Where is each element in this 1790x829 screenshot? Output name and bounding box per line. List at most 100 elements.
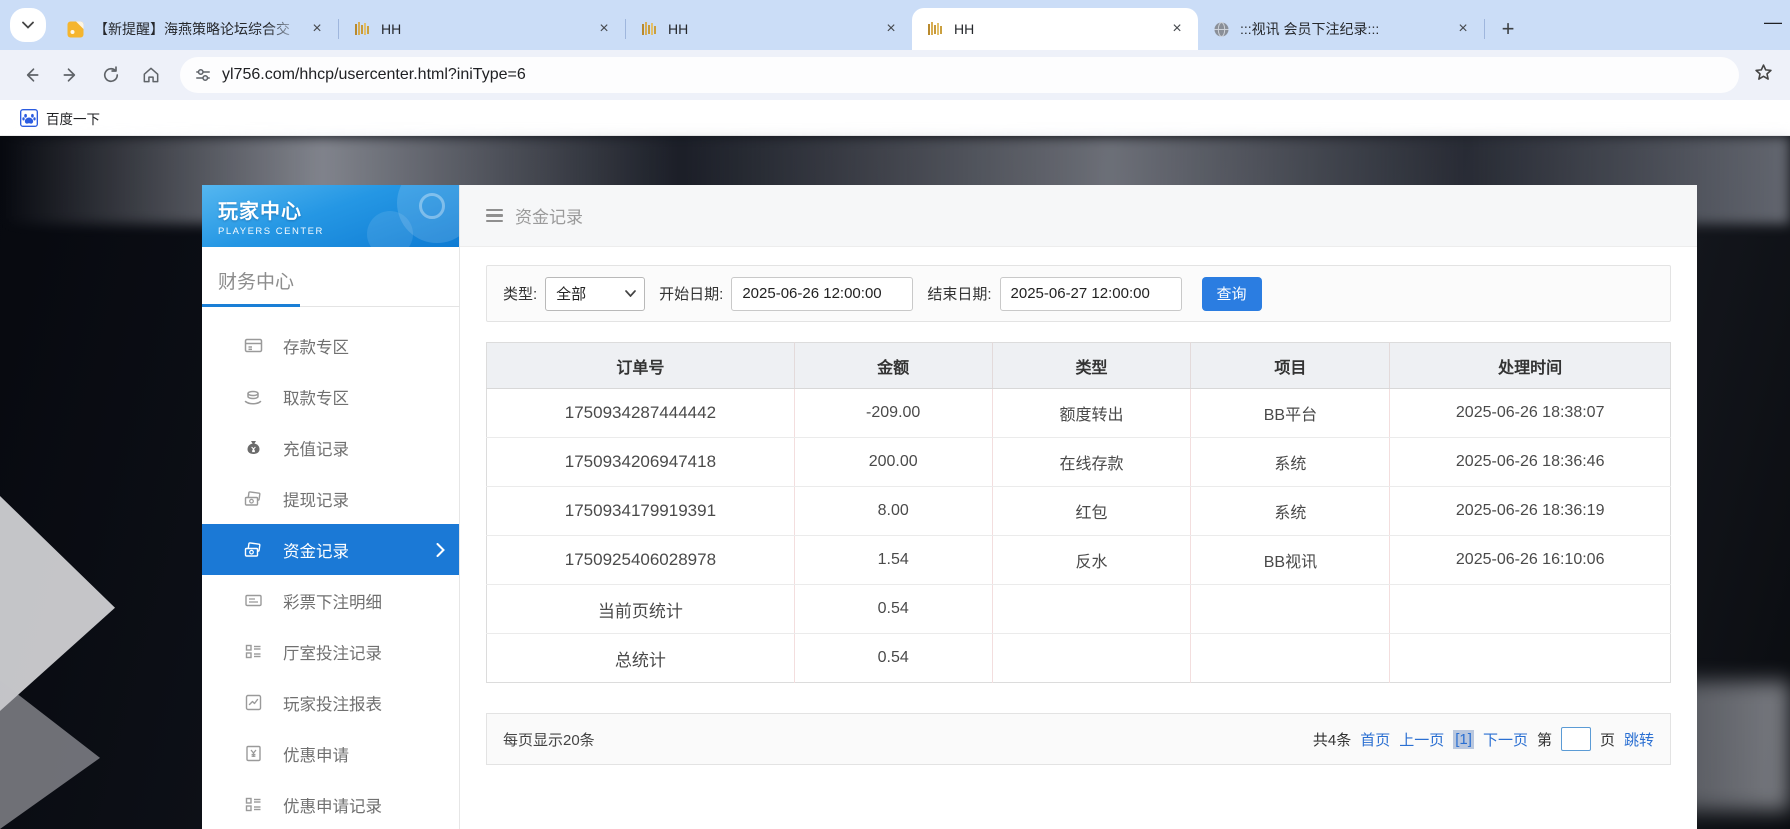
tab-close-icon[interactable]: × <box>306 18 328 40</box>
tab-hh-active[interactable]: HH × <box>912 8 1198 50</box>
table-row-total-summary: 总统计 0.54 <box>487 634 1671 683</box>
jump-page-input[interactable] <box>1561 727 1591 751</box>
back-button[interactable] <box>14 58 48 92</box>
tab-hh-2[interactable]: HH × <box>626 8 912 50</box>
column-header-type: 类型 <box>992 343 1191 389</box>
next-page-link[interactable]: 下一页 <box>1483 729 1528 750</box>
funds-record-icon <box>243 540 263 560</box>
home-button[interactable] <box>134 58 168 92</box>
tab-forum[interactable]: 【新提醒】海燕策略论坛综合交 × <box>52 8 338 50</box>
sidebar-item-label: 充值记录 <box>283 436 349 460</box>
url-field[interactable]: yl756.com/hhcp/usercenter.html?iniType=6 <box>180 57 1739 93</box>
new-tab-button[interactable]: + <box>1493 14 1523 44</box>
cell-item: BB视讯 <box>1191 536 1390 585</box>
cell-order-no: 1750934179919391 <box>487 487 795 536</box>
sidebar-item-label: 优惠申请记录 <box>283 793 382 817</box>
sidebar-item-deposit-zone[interactable]: 存款专区 <box>202 320 459 371</box>
jump-action-link[interactable]: 跳转 <box>1624 729 1654 750</box>
sidebar-section: 财务中心 <box>202 247 459 306</box>
first-page-link[interactable]: 首页 <box>1360 729 1390 750</box>
tab-hh-1[interactable]: HH × <box>339 8 625 50</box>
sidebar-subtitle: PLAYERS CENTER <box>218 226 459 237</box>
cell-type: 在线存款 <box>992 438 1191 487</box>
cell-summary-label: 总统计 <box>487 634 795 683</box>
sidebar-menu: 存款专区 取款专区 充值记录 提现记录 资金记录 <box>202 307 459 829</box>
table-row: 1750934287444442 -209.00 额度转出 BB平台 2025-… <box>487 389 1671 438</box>
cell-amount: 1.54 <box>794 536 992 585</box>
page-title: 资金记录 <box>515 203 583 228</box>
cell-type: 反水 <box>992 536 1191 585</box>
cell-order-no: 1750934287444442 <box>487 389 795 438</box>
sidebar-item-recharge-record[interactable]: 充值记录 <box>202 422 459 473</box>
sidebar-item-withdraw-zone[interactable]: 取款专区 <box>202 371 459 422</box>
bookmark-baidu[interactable]: 百度一下 <box>12 104 108 132</box>
cell-amount: 8.00 <box>794 487 992 536</box>
search-button[interactable]: 查询 <box>1202 277 1262 311</box>
column-header-item: 项目 <box>1191 343 1390 389</box>
tab-separator <box>1484 19 1485 39</box>
sidebar-item-promo-apply[interactable]: 优惠申请 <box>202 728 459 779</box>
cell-time: 2025-06-26 16:10:06 <box>1390 536 1671 585</box>
reload-button[interactable] <box>94 58 128 92</box>
lottery-bet-detail-icon <box>243 591 263 611</box>
hh-gold-favicon <box>926 20 944 38</box>
type-select-value: 全部 <box>556 283 586 304</box>
sidebar-header: 玩家中心 PLAYERS CENTER <box>202 185 459 247</box>
sidebar-item-label: 厅室投注记录 <box>283 640 382 664</box>
sidebar-item-player-bet-report[interactable]: 玩家投注报表 <box>202 677 459 728</box>
type-label: 类型: <box>503 283 537 304</box>
tab-close-icon[interactable]: × <box>1452 18 1474 40</box>
funds-record-table: 订单号 金额 类型 项目 处理时间 1750934287444442 -209.… <box>486 342 1671 683</box>
page-background: 玩家中心 PLAYERS CENTER 财务中心 存款专区 取款专区 充值记录 <box>0 136 1790 829</box>
tab-close-icon[interactable]: × <box>1166 18 1188 40</box>
tab-search-button[interactable] <box>10 8 46 42</box>
cell-item <box>1191 585 1390 634</box>
tab-video-records[interactable]: :::视讯 会员下注纪录::: × <box>1198 8 1484 50</box>
main-header: 资金记录 <box>460 185 1697 247</box>
tab-title: HH <box>954 21 1166 37</box>
tab-title: HH <box>381 21 593 37</box>
start-date-input[interactable] <box>731 277 913 311</box>
filter-bar: 类型: 全部 开始日期: 结束日期: 查询 <box>486 265 1671 322</box>
bookmark-label: 百度一下 <box>46 108 100 128</box>
background-triangle <box>0 496 115 711</box>
hh-gold-favicon <box>353 20 371 38</box>
pagination-bar: 每页显示20条 共4条 首页 上一页 [1] 下一页 第 页 跳转 <box>486 713 1671 765</box>
chevron-down-icon <box>625 290 636 297</box>
sidebar-item-funds-record[interactable]: 资金记录 <box>202 524 459 575</box>
prev-page-link[interactable]: 上一页 <box>1399 729 1444 750</box>
window-minimize-button[interactable]: — <box>1764 12 1780 33</box>
cell-item <box>1191 634 1390 683</box>
cell-type: 额度转出 <box>992 389 1191 438</box>
sidebar-item-lottery-bet-detail[interactable]: 彩票下注明细 <box>202 575 459 626</box>
address-bar: yl756.com/hhcp/usercenter.html?iniType=6 <box>0 50 1790 100</box>
sidebar-item-withdrawal-record[interactable]: 提现记录 <box>202 473 459 524</box>
end-date-input[interactable] <box>1000 277 1182 311</box>
tab-close-icon[interactable]: × <box>593 18 615 40</box>
tab-title: :::视讯 会员下注纪录::: <box>1240 19 1452 39</box>
tab-close-icon[interactable]: × <box>880 18 902 40</box>
sidebar-item-hall-bet-record[interactable]: 厅室投注记录 <box>202 626 459 677</box>
promo-apply-record-icon <box>243 795 263 815</box>
cell-time: 2025-06-26 18:38:07 <box>1390 389 1671 438</box>
cell-amount: 200.00 <box>794 438 992 487</box>
hall-bet-record-icon <box>243 642 263 662</box>
cell-item: 系统 <box>1191 438 1390 487</box>
jump-suffix-label: 页 <box>1600 729 1615 750</box>
main-panel: 资金记录 类型: 全部 开始日期: 结束日期: 查询 <box>460 185 1697 829</box>
type-select[interactable]: 全部 <box>545 277 645 311</box>
sidebar-item-promo-apply-record[interactable]: 优惠申请记录 <box>202 779 459 829</box>
baidu-paw-icon <box>20 109 38 127</box>
sidebar-item-label: 提现记录 <box>283 487 349 511</box>
end-date-label: 结束日期: <box>927 283 991 304</box>
table-row-page-summary: 当前页统计 0.54 <box>487 585 1671 634</box>
deposit-icon <box>243 336 263 356</box>
bookmark-bar: 百度一下 <box>0 100 1790 136</box>
menu-toggle-icon[interactable] <box>486 209 503 223</box>
site-info-icon[interactable] <box>194 66 212 84</box>
url-text: yl756.com/hhcp/usercenter.html?iniType=6 <box>222 66 526 84</box>
total-count: 共4条 <box>1313 729 1351 750</box>
bookmark-star-icon[interactable] <box>1753 62 1774 88</box>
section-underline <box>202 306 475 307</box>
forward-button[interactable] <box>54 58 88 92</box>
